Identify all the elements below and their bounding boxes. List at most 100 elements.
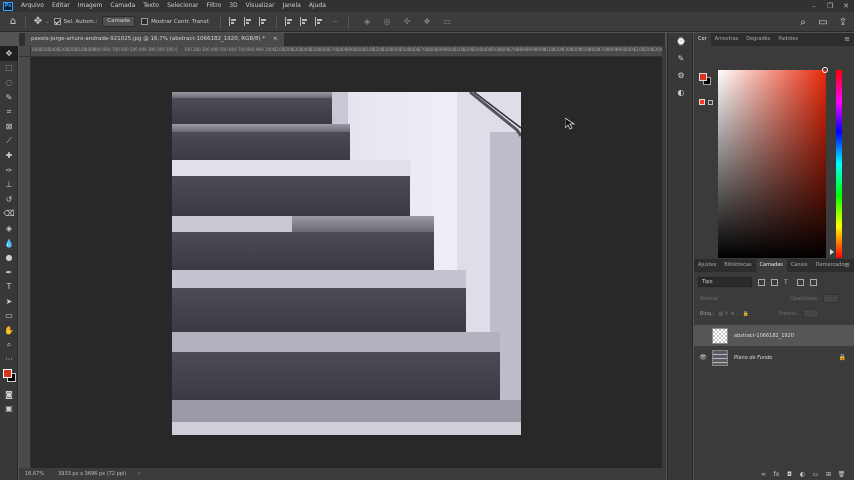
fx-icon[interactable]: fx <box>770 471 783 478</box>
3d-rotate-icon[interactable]: ◎ <box>380 15 394 29</box>
share-icon[interactable]: ⇪ <box>836 15 850 29</box>
history-panel-icon[interactable]: ⌚ <box>668 33 694 50</box>
tab-cor[interactable]: Cor <box>694 33 711 46</box>
panel-menu-icon[interactable]: ≡ <box>844 259 850 272</box>
color-picker-marker[interactable] <box>822 67 828 73</box>
workspace-icon[interactable]: ▭ <box>816 15 830 29</box>
eraser-tool-icon[interactable]: ⌫ <box>0 207 18 222</box>
minimize-button[interactable]: – <box>806 0 822 12</box>
hue-slider-handle[interactable] <box>830 249 834 255</box>
lasso-tool-icon[interactable]: ◌ <box>0 75 18 90</box>
tab-demarcado[interactable]: Demarcado <box>812 259 849 272</box>
layer-name[interactable]: abstract-1066182_1920 <box>734 333 794 339</box>
menu-item-camada[interactable]: Camada <box>106 0 139 12</box>
trash-icon[interactable]: 🗑 <box>835 471 848 478</box>
document-image-stairs[interactable] <box>172 92 521 435</box>
move-tool-icon[interactable]: ✥ <box>0 46 18 61</box>
eyedropper-tool-icon[interactable]: ⟋ <box>0 134 18 149</box>
menu-item-visualizar[interactable]: Visualizar <box>242 0 279 12</box>
tab-canais[interactable]: Canais <box>787 259 812 272</box>
out-of-gamut-warning-icon[interactable] <box>699 99 705 105</box>
zoom-tool-icon[interactable]: ⌕ <box>0 338 18 353</box>
align-bottom-icon[interactable] <box>314 17 324 26</box>
layer-row[interactable]: 👁 Plano de Fundo 🔒 <box>694 347 854 368</box>
healing-brush-tool-icon[interactable]: ✚ <box>0 148 18 163</box>
mask-icon[interactable]: ◘ <box>783 471 796 478</box>
foreground-color-swatch[interactable] <box>3 369 12 379</box>
home-icon[interactable]: ⌂ <box>6 15 20 29</box>
eye-icon[interactable]: 👁 <box>697 354 709 361</box>
panel-menu-icon[interactable]: ≡ <box>844 33 850 46</box>
3d-scale-icon[interactable]: ▭ <box>440 15 454 29</box>
menu-item-editar[interactable]: Editar <box>48 0 74 12</box>
marquee-tool-icon[interactable]: ⬚ <box>0 61 18 76</box>
adjustment-icon[interactable]: ◐ <box>796 471 809 478</box>
type-tool-icon[interactable]: T <box>0 280 18 295</box>
crop-tool-icon[interactable]: ⌗ <box>0 104 18 119</box>
filter-type-icon[interactable]: T <box>784 279 791 286</box>
layer-kind-filter-select[interactable]: Tipo <box>698 277 752 287</box>
menu-item-arquivo[interactable]: Arquivo <box>17 0 48 12</box>
blur-tool-icon[interactable]: 💧 <box>0 236 18 251</box>
3d-mode-icon[interactable]: ◈ <box>360 15 374 29</box>
menu-item-3d[interactable]: 3D <box>225 0 241 12</box>
chevron-down-icon[interactable]: ⌄ <box>45 19 50 25</box>
web-safe-color-icon[interactable] <box>708 100 713 105</box>
status-menu-arrow[interactable]: › <box>138 471 140 477</box>
align-center-icon[interactable] <box>243 17 253 26</box>
align-top-icon[interactable] <box>284 17 294 26</box>
tab-padroes[interactable]: Padrões <box>774 33 802 46</box>
clone-stamp-tool-icon[interactable]: ⊥ <box>0 177 18 192</box>
tab-bibliotecas[interactable]: Bibliotecas <box>720 259 755 272</box>
vertical-scrollbar[interactable] <box>662 46 666 468</box>
zoom-level[interactable]: 16,67% <box>25 471 44 477</box>
quick-mask-icon[interactable]: ◙ <box>0 387 18 402</box>
filter-smart-object-icon[interactable] <box>810 278 817 286</box>
link-icon[interactable]: ∞ <box>757 471 770 478</box>
menu-item-ajuda[interactable]: Ajuda <box>305 0 330 12</box>
filter-pixel-icon[interactable] <box>758 278 765 286</box>
paint-bucket-tool-icon[interactable]: ◈ <box>0 221 18 236</box>
more-tools-icon[interactable]: ··· <box>0 352 18 367</box>
dodge-tool-icon[interactable]: ● <box>0 250 18 265</box>
frame-tool-icon[interactable]: ⊠ <box>0 119 18 134</box>
brush-tool-icon[interactable]: ✑ <box>0 163 18 178</box>
menu-item-janela[interactable]: Janela <box>279 0 305 12</box>
layer-row[interactable]: abstract-1066182_1920 <box>694 325 854 346</box>
more-options-button[interactable]: ··· <box>333 19 338 25</box>
close-window-button[interactable]: ✕ <box>838 0 854 12</box>
restore-button[interactable]: ❐ <box>822 0 838 12</box>
brushes-panel-icon[interactable]: ✎ <box>668 50 694 67</box>
show-transform-checkbox[interactable] <box>141 18 149 25</box>
align-left-icon[interactable] <box>228 17 238 26</box>
blend-mode-select[interactable]: Normal <box>700 296 718 302</box>
menu-item-imagem[interactable]: Imagem <box>74 0 107 12</box>
3d-slide-icon[interactable]: ❖ <box>420 15 434 29</box>
layer-name[interactable]: Plano de Fundo <box>734 355 772 361</box>
auto-select-checkbox[interactable] <box>53 18 61 25</box>
properties-panel-icon[interactable]: ⚙ <box>668 67 694 84</box>
search-icon[interactable]: ⌕ <box>796 15 810 29</box>
pen-tool-icon[interactable]: ✒ <box>0 265 18 280</box>
hue-slider[interactable] <box>836 70 842 258</box>
quick-selection-tool-icon[interactable]: ✎ <box>0 90 18 105</box>
align-middle-icon[interactable] <box>299 17 309 26</box>
auto-select-target-select[interactable]: Camada <box>102 16 136 27</box>
filter-adjustment-icon[interactable] <box>771 278 778 286</box>
hand-tool-icon[interactable]: ✋ <box>0 323 18 338</box>
screen-mode-icon[interactable]: ▣ <box>0 402 18 417</box>
adjustments-panel-icon[interactable]: ◐ <box>668 84 694 101</box>
fill-field[interactable] <box>802 309 819 318</box>
tab-ajustes[interactable]: Ajustes <box>694 259 720 272</box>
saturation-brightness-field[interactable] <box>718 70 826 258</box>
tab-degrades[interactable]: Degradês <box>742 33 774 46</box>
foreground-color-swatch[interactable] <box>699 73 707 81</box>
history-brush-tool-icon[interactable]: ↺ <box>0 192 18 207</box>
tab-camadas[interactable]: Camadas <box>755 259 787 272</box>
move-tool-icon[interactable]: ✥ <box>31 15 45 29</box>
3d-pan-icon[interactable]: ✣ <box>400 15 414 29</box>
new-layer-icon[interactable]: ⊞ <box>822 471 835 478</box>
align-right-icon[interactable] <box>258 17 268 26</box>
path-selection-tool-icon[interactable]: ➤ <box>0 294 18 309</box>
opacity-field[interactable] <box>822 294 839 303</box>
